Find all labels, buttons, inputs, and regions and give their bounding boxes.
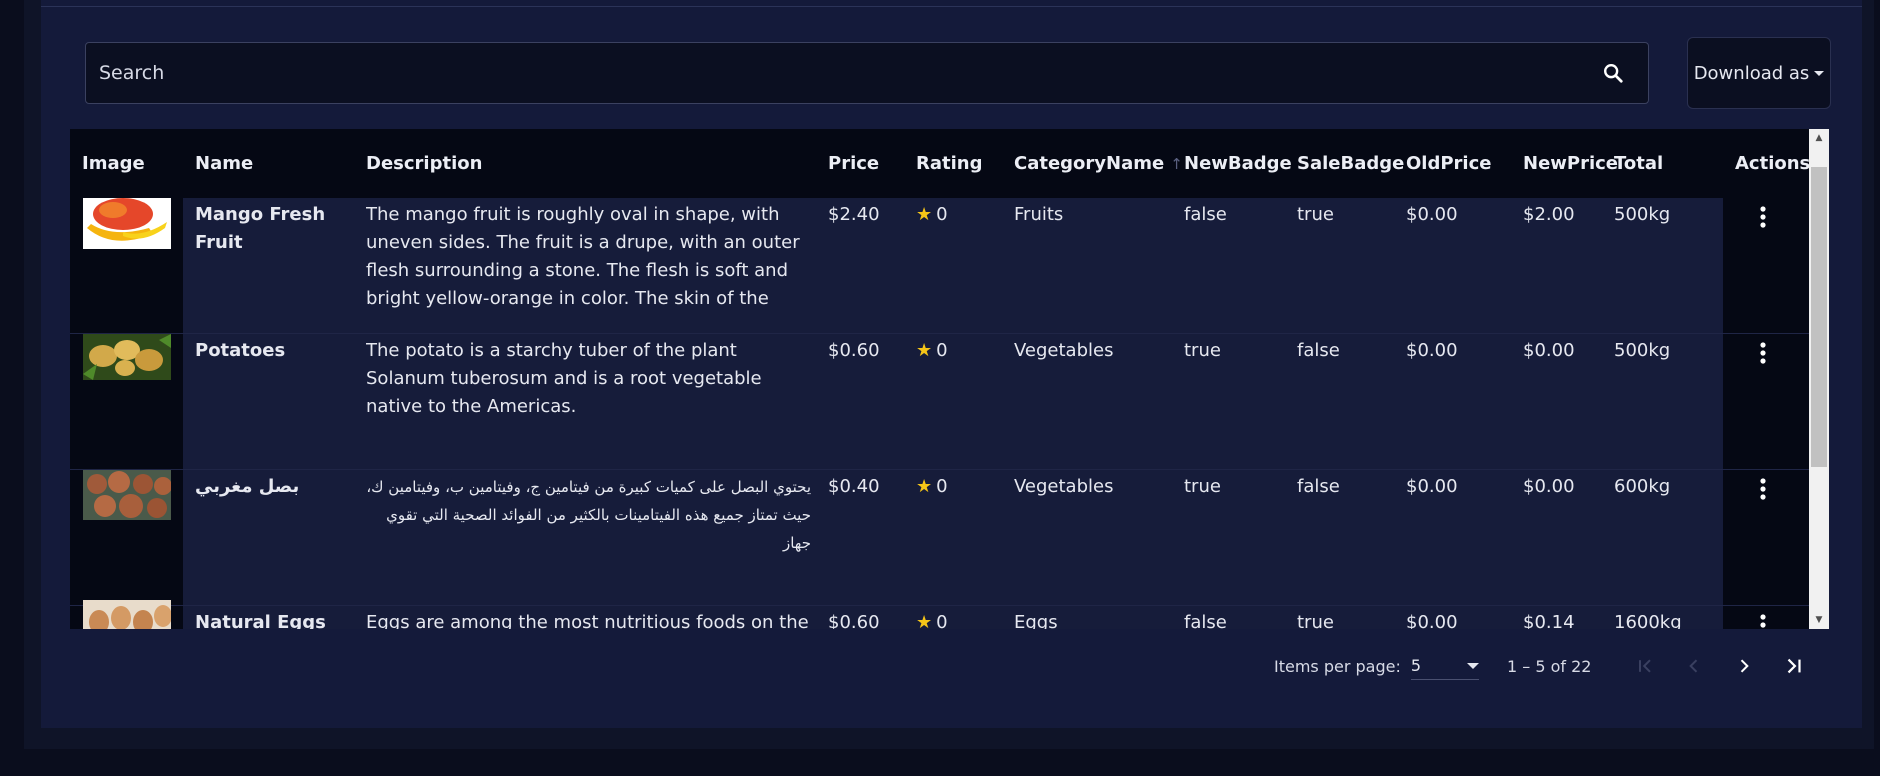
previous-page-button[interactable] (1674, 646, 1714, 686)
product-image-mango (83, 198, 171, 249)
product-description: The potato is a starchy tuber of the pla… (366, 340, 762, 417)
product-price: $0.40 (828, 476, 880, 497)
column-header-image: Image (82, 153, 145, 174)
product-new-badge: true (1184, 476, 1221, 497)
search-field[interactable] (85, 42, 1649, 104)
column-header-price[interactable]: Price (828, 129, 879, 198)
product-rating: ★ 0 (916, 340, 948, 361)
product-new-price: $2.00 (1523, 204, 1575, 225)
product-name: Mango Fresh Fruit (195, 204, 326, 253)
scrollbar-thumb[interactable] (1811, 167, 1827, 467)
download-as-label: Download as (1693, 62, 1810, 84)
product-new-badge: false (1184, 204, 1227, 225)
divider (41, 6, 1862, 7)
product-category: Vegetables (1014, 476, 1114, 497)
star-icon: ★ (916, 612, 933, 629)
product-rating: ★ 0 (916, 609, 948, 629)
table-header: Image Name Description Price Rating Cate… (70, 129, 1811, 198)
product-description: يحتوي البصل على كميات كبيرة من فيتامين ج… (366, 478, 811, 552)
column-header-total[interactable]: Total (1614, 129, 1663, 198)
product-name: Natural Eggs (195, 612, 326, 629)
product-price: $0.60 (828, 612, 880, 629)
product-total: 600kg (1614, 476, 1671, 497)
product-old-price: $0.00 (1406, 476, 1458, 497)
first-page-button[interactable] (1625, 646, 1665, 686)
product-category: Fruits (1014, 204, 1064, 225)
items-per-page-select[interactable]: 5 (1410, 653, 1479, 680)
column-header-newprice[interactable]: NewPrice (1523, 129, 1618, 198)
product-new-price: $0.00 (1523, 340, 1575, 361)
product-price: $0.60 (828, 340, 880, 361)
product-sale-badge: false (1297, 340, 1340, 361)
product-total: 500kg (1614, 204, 1671, 225)
more-vert-icon[interactable] (1753, 204, 1773, 230)
table-scrollbar[interactable]: ▲ ▼ (1809, 129, 1829, 629)
column-header-oldprice[interactable]: OldPrice (1406, 129, 1491, 198)
more-vert-icon[interactable] (1753, 476, 1773, 502)
product-sale-badge: false (1297, 476, 1340, 497)
product-old-price: $0.00 (1406, 612, 1458, 629)
caret-down-icon (1814, 70, 1825, 76)
more-vert-icon[interactable] (1753, 612, 1773, 629)
product-name: بصل مغربي (195, 476, 300, 497)
table-body: Mango Fresh Fruit The mango fruit is rou… (70, 198, 1809, 629)
more-vert-icon[interactable] (1753, 340, 1773, 366)
product-total: 500kg (1614, 340, 1671, 361)
column-header-categoryname[interactable]: CategoryName ↑ (1014, 129, 1183, 198)
column-header-actions: Actions (1735, 153, 1811, 174)
column-header-rating[interactable]: Rating (916, 129, 982, 198)
product-sale-badge: true (1297, 204, 1334, 225)
items-per-page-label: Items per page: (1274, 656, 1401, 676)
download-as-button[interactable]: Download as (1687, 37, 1831, 109)
product-rating: ★ 0 (916, 204, 948, 225)
column-header-name[interactable]: Name (195, 129, 253, 198)
pagination-range: 1 – 5 of 22 (1507, 656, 1592, 676)
product-image-onions (83, 470, 171, 520)
search-input[interactable] (86, 43, 1600, 103)
product-description: The mango fruit is roughly oval in shape… (366, 204, 800, 309)
dropdown-arrow-icon (1466, 662, 1479, 669)
items-per-page-value: 5 (1410, 656, 1422, 675)
sort-arrow-up-icon: ↑ (1170, 154, 1183, 173)
scroll-up-arrow-icon[interactable]: ▲ (1809, 129, 1829, 147)
product-old-price: $0.00 (1406, 204, 1458, 225)
scroll-down-arrow-icon[interactable]: ▼ (1809, 611, 1829, 629)
product-sale-badge: true (1297, 612, 1334, 629)
last-page-icon (1787, 658, 1801, 674)
product-description: Eggs are among the most nutritious foods… (366, 612, 809, 629)
star-icon: ★ (916, 476, 933, 497)
product-new-price: $0.14 (1523, 612, 1575, 629)
table-row[interactable]: Potatoes The potato is a starchy tuber o… (70, 334, 1809, 470)
product-old-price: $0.00 (1406, 340, 1458, 361)
product-price: $2.40 (828, 204, 880, 225)
column-header-newbadge[interactable]: NewBadge (1184, 129, 1292, 198)
product-image-eggs (83, 600, 171, 629)
table-row[interactable]: Natural Eggs Eggs are among the most nut… (70, 600, 1809, 629)
last-page-button[interactable] (1774, 646, 1814, 686)
column-header-salebadge[interactable]: SaleBadge (1297, 129, 1404, 198)
first-page-icon (1639, 659, 1651, 673)
product-new-price: $0.00 (1523, 476, 1575, 497)
table-row[interactable]: Mango Fresh Fruit The mango fruit is rou… (70, 198, 1809, 334)
chevron-right-icon (1740, 659, 1749, 673)
products-table: Image Name Description Price Rating Cate… (70, 129, 1829, 629)
product-image-potatoes (83, 334, 171, 380)
chevron-left-icon (1689, 659, 1698, 673)
product-total: 1600kg (1614, 612, 1682, 629)
product-category: Vegetables (1014, 340, 1114, 361)
product-name: Potatoes (195, 340, 286, 361)
product-category: Eggs (1014, 612, 1058, 629)
star-icon: ★ (916, 204, 933, 225)
items-per-page: Items per page: 5 (1274, 648, 1479, 684)
product-new-badge: true (1184, 340, 1221, 361)
star-icon: ★ (916, 340, 933, 361)
next-page-button[interactable] (1724, 646, 1764, 686)
column-header-description[interactable]: Description (366, 129, 482, 198)
product-rating: ★ 0 (916, 476, 948, 497)
search-icon[interactable] (1600, 60, 1626, 86)
table-row[interactable]: بصل مغربي يحتوي البصل على كميات كبيرة من… (70, 470, 1809, 606)
product-new-badge: false (1184, 612, 1227, 629)
